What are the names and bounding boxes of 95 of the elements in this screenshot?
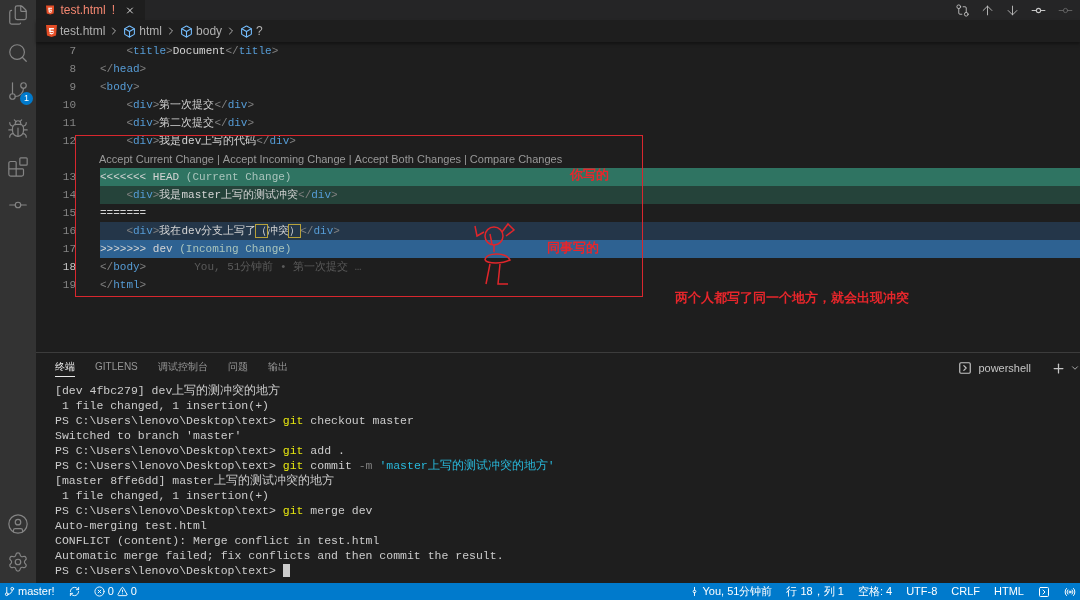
language-mode[interactable]: HTML bbox=[994, 583, 1024, 600]
terminal-line: 1 file changed, 1 insertion(+) bbox=[60, 488, 269, 503]
panel-tab[interactable]: 问题 bbox=[227, 359, 248, 377]
account-icon[interactable] bbox=[7, 513, 29, 535]
annotation-label: 同事写的 bbox=[547, 239, 599, 257]
line-number: 15 bbox=[61, 205, 76, 221]
terminal-line: [master 8ffe6dd] master上写的测试冲突的地方 bbox=[55, 473, 334, 488]
code-line: </body> bbox=[100, 259, 147, 275]
warning-icon bbox=[116, 586, 128, 597]
settings-icon[interactable] bbox=[7, 551, 29, 573]
terminal-line: PS C:\Users\lenovo\Desktop\text> git commit -m 'master上写的测试冲突的地方' bbox=[55, 458, 555, 473]
terminal-icon[interactable] bbox=[1038, 585, 1050, 598]
panel-tab[interactable]: GITLENS bbox=[95, 359, 138, 377]
code-line: <div>我在dev分支上写了（冲突）</div> bbox=[125, 223, 340, 239]
code-line: </head> bbox=[100, 61, 147, 77]
warning-count[interactable]: 0 bbox=[130, 583, 137, 600]
terminal-line: [dev 4fbc279] dev上写的测冲突的地方 bbox=[55, 383, 281, 398]
stick-figure-drawing bbox=[472, 222, 518, 288]
symbol-icon bbox=[180, 24, 194, 38]
breadcrumb-item[interactable]: html bbox=[139, 22, 163, 40]
panel-tab[interactable]: 输出 bbox=[267, 359, 288, 377]
terminal-line: Auto-merging test.html bbox=[55, 518, 207, 533]
terminal-line: PS C:\Users\lenovo\Desktop\text> bbox=[55, 563, 277, 578]
add-icon[interactable] bbox=[1051, 360, 1066, 376]
line-ending[interactable]: CRLF bbox=[951, 583, 981, 600]
terminal-line: PS C:\Users\lenovo\Desktop\text> git merge dev bbox=[55, 503, 373, 518]
extensions-icon[interactable] bbox=[7, 156, 29, 178]
line-number: 8 bbox=[68, 61, 76, 77]
branch-icon bbox=[4, 586, 15, 597]
terminal-line: PS C:\Users\lenovo\Desktop\text> git checkout master bbox=[55, 413, 414, 428]
line-number: 11 bbox=[61, 115, 76, 131]
terminal-line: Automatic merge failed; fix conflicts and then commit the result. bbox=[55, 548, 504, 563]
symbol-icon bbox=[123, 24, 137, 38]
code-line: <div>我是master上写的测试冲突</div> bbox=[125, 187, 338, 203]
line-number: 14 bbox=[61, 187, 76, 203]
cursor-position[interactable]: 行 18，列 1 bbox=[786, 583, 844, 600]
terminal-icon bbox=[958, 361, 973, 375]
breadcrumb-item[interactable]: body bbox=[196, 22, 223, 40]
breadcrumb-item[interactable]: test.html bbox=[60, 22, 106, 40]
annotation-note: 两个人都写了同一个地方，就会出现冲突 bbox=[675, 289, 909, 307]
line-number: 7 bbox=[68, 43, 76, 59]
line-number: 19 bbox=[61, 277, 76, 293]
line-number: 13 bbox=[61, 169, 76, 185]
separator-text: | bbox=[348, 151, 352, 167]
sync-icon[interactable] bbox=[68, 586, 80, 597]
html5-icon bbox=[46, 4, 55, 16]
branch-name[interactable]: master! bbox=[18, 583, 55, 600]
codelens-link[interactable]: Accept Both Changes bbox=[354, 150, 461, 168]
terminal-line: 1 file changed, 1 insertion(+) bbox=[60, 398, 269, 413]
breadcrumb-item[interactable]: ? bbox=[256, 22, 263, 40]
code-line: <div>第二次提交</div> bbox=[125, 115, 255, 131]
search-icon[interactable] bbox=[7, 42, 29, 64]
broadcast-icon[interactable] bbox=[1064, 585, 1076, 598]
code-line: >>>>>>> dev (Incoming Change) bbox=[100, 241, 292, 257]
panel-tab[interactable]: 终端 bbox=[55, 359, 75, 377]
problem-mark: ! bbox=[111, 2, 116, 19]
source-control-icon[interactable] bbox=[7, 80, 29, 102]
code-line: <title>Document</title> bbox=[125, 43, 279, 59]
line-number: 18 bbox=[61, 259, 76, 275]
tab-title: test.html bbox=[60, 2, 106, 19]
code-line: <div>第一次提交</div> bbox=[125, 97, 255, 113]
panel-tab[interactable]: 调试控制台 bbox=[157, 359, 208, 377]
files-icon[interactable] bbox=[7, 4, 29, 26]
encoding[interactable]: UTF-8 bbox=[906, 583, 938, 600]
indent-setting[interactable]: 空格: 4 bbox=[857, 583, 893, 600]
compare-icon[interactable] bbox=[955, 2, 970, 18]
code-line: ======= bbox=[100, 205, 147, 221]
code-line: </html> bbox=[100, 277, 147, 293]
terminal-line: PS C:\Users\lenovo\Desktop\text> git add . bbox=[55, 443, 345, 458]
blame-status[interactable]: You, 51分钟前 bbox=[702, 583, 773, 600]
codelens-link[interactable]: Accept Incoming Change bbox=[222, 150, 346, 168]
symbol-icon bbox=[240, 24, 254, 38]
line-number: 16 bbox=[61, 223, 76, 239]
line-number: 17 bbox=[61, 241, 76, 257]
code-line: <body> bbox=[100, 79, 140, 95]
html5-icon bbox=[46, 25, 57, 37]
error-count[interactable]: 0 bbox=[107, 583, 114, 600]
codelens-link[interactable]: Accept Current Change bbox=[99, 150, 214, 168]
chevron-down-icon[interactable] bbox=[1070, 363, 1080, 373]
editor-tab[interactable]: test.html ! bbox=[36, 0, 145, 20]
separator-text: | bbox=[464, 151, 467, 167]
line-number: 10 bbox=[61, 97, 76, 113]
error-icon bbox=[93, 586, 105, 597]
annotation-label: 你写的 bbox=[570, 166, 609, 184]
terminal-line: Switched to branch 'master' bbox=[55, 428, 242, 443]
codelens-link[interactable]: Compare Changes bbox=[469, 150, 563, 168]
separator-text: | bbox=[216, 151, 220, 167]
notification-badge: 1 bbox=[20, 92, 33, 105]
terminal-line: CONFLICT (content): Merge conflict in test.html bbox=[55, 533, 380, 548]
run-debug-icon[interactable] bbox=[7, 118, 29, 140]
shell-name[interactable]: powershell bbox=[978, 359, 1031, 377]
line-number: 9 bbox=[68, 79, 76, 95]
arrow-down-icon[interactable] bbox=[1005, 2, 1020, 18]
code-line: <<<<<<< HEAD (Current Change) bbox=[100, 169, 292, 185]
line-number: 12 bbox=[61, 133, 76, 149]
